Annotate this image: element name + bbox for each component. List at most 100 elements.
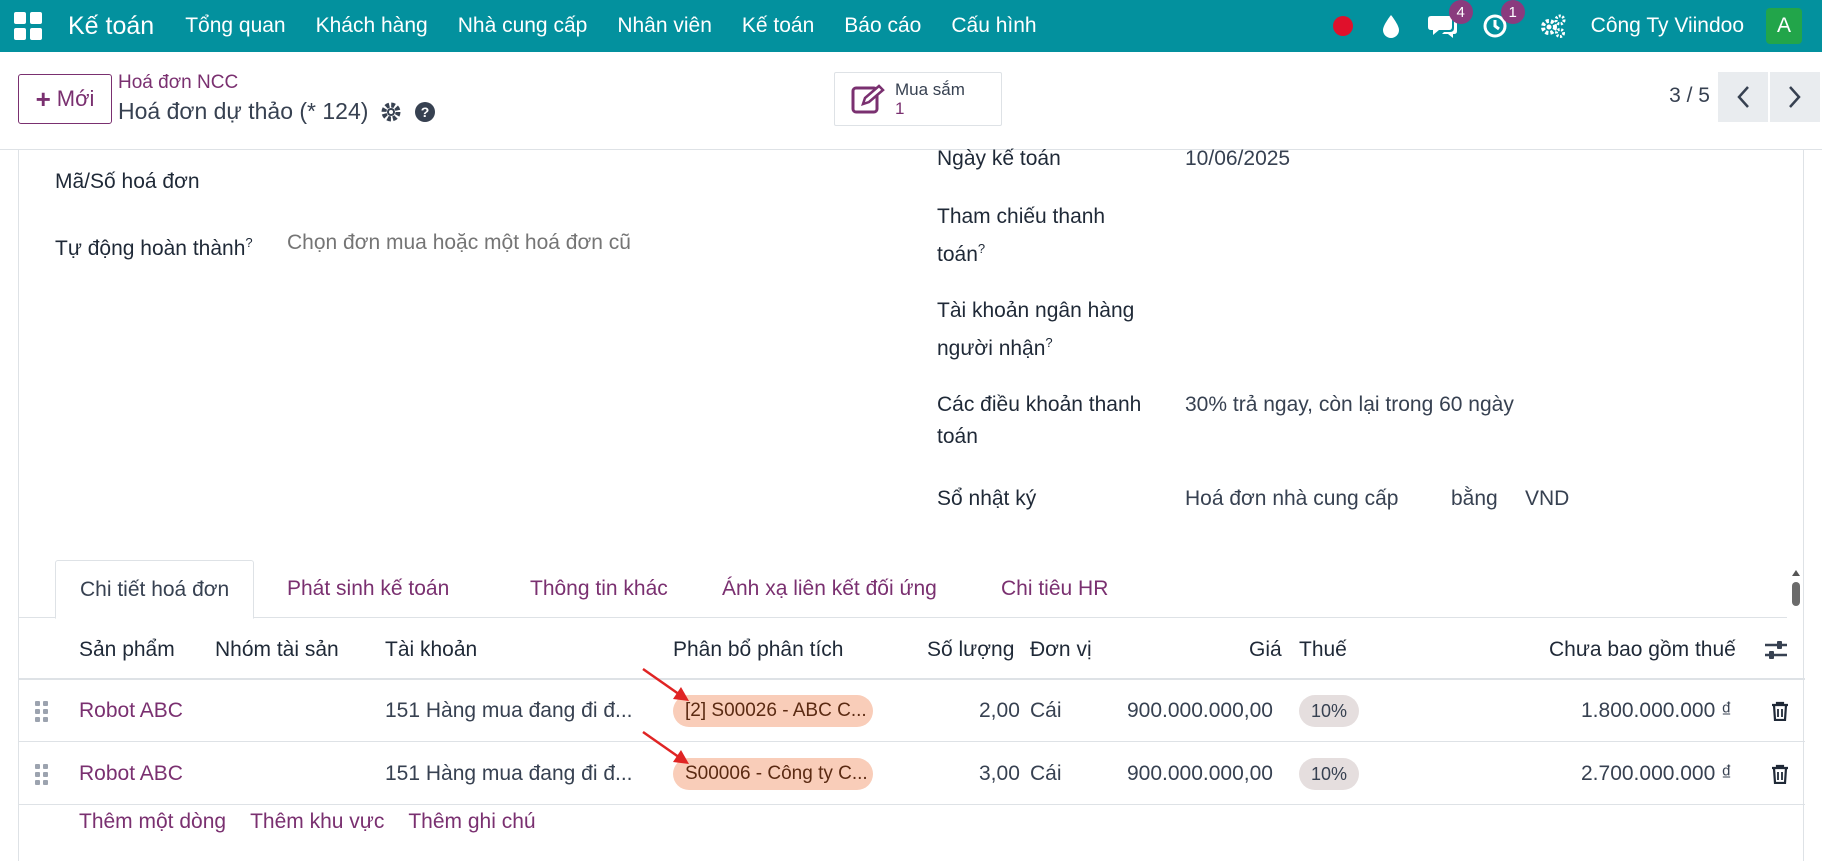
clock-icon[interactable]: 1 <box>1479 0 1525 42</box>
col-quantity[interactable]: Số lượng <box>927 620 1014 680</box>
payment-terms-label-line1: Các điều khoản thanh <box>937 393 1142 416</box>
app-name[interactable]: Kế toán <box>68 12 154 41</box>
col-subtotal[interactable]: Chưa bao gồm thuế <box>1549 620 1736 680</box>
autocomplete-label: Tự động hoàn thành <box>55 237 246 260</box>
row-analytic-cell[interactable]: S00006 - Công ty C... <box>673 743 873 805</box>
journal-label: Sổ nhật ký <box>937 487 1037 510</box>
top-navbar: Kế toán Tổng quan Khách hàng Nhà cung cấ… <box>0 0 1822 52</box>
tax-tag[interactable]: 10% <box>1299 695 1360 727</box>
row-analytic-cell[interactable]: [2] S00026 - ABC C... <box>673 680 873 742</box>
col-price[interactable]: Giá <box>1249 620 1282 680</box>
annotation-arrow <box>642 730 689 764</box>
row-price[interactable]: 900.000.000,00 <box>1127 680 1273 742</box>
drag-handle-icon[interactable] <box>35 743 51 805</box>
help-icon[interactable]: ? <box>414 101 436 123</box>
smart-button-label: Mua sắm <box>895 80 965 99</box>
autocomplete-input[interactable] <box>287 226 807 259</box>
payment-terms-label-line2: toán <box>937 425 978 448</box>
analytic-tag[interactable]: [2] S00026 - ABC C... <box>673 695 873 727</box>
row-account[interactable]: 151 Hàng mua đang đi đ... <box>385 680 665 742</box>
currency-in-label: bằng <box>1451 487 1498 510</box>
trash-icon[interactable] <box>1771 680 1789 742</box>
tab-invoice-lines[interactable]: Chi tiết hoá đơn <box>55 560 255 619</box>
help-mark: ? <box>245 235 253 250</box>
row-tax-cell[interactable]: 10% <box>1299 743 1360 805</box>
col-uom[interactable]: Đơn vị <box>1030 620 1092 680</box>
recipient-bank-label-line1: Tài khoản ngân hàng <box>937 299 1135 322</box>
add-note-link[interactable]: Thêm ghi chú <box>408 810 535 834</box>
scrollbar-thumb[interactable] <box>1792 582 1800 606</box>
tax-tag[interactable]: 10% <box>1299 758 1360 790</box>
tab-journal-items[interactable]: Phát sinh kế toán <box>263 560 473 618</box>
invoice-form: Mã/Số hoá đơn Tự động hoàn thành? Ngày k… <box>18 147 1805 861</box>
menu-employees[interactable]: Nhân viên <box>602 14 727 38</box>
row-uom[interactable]: Cái <box>1030 680 1062 742</box>
user-avatar[interactable]: A <box>1766 8 1802 44</box>
pager-previous-button[interactable] <box>1718 72 1768 122</box>
menu-configuration[interactable]: Cấu hình <box>936 14 1051 38</box>
svg-text:?: ? <box>421 104 430 120</box>
menu-reporting[interactable]: Báo cáo <box>829 14 936 38</box>
help-mark: ? <box>977 241 986 256</box>
payment-reference-label-text: toán <box>937 243 978 266</box>
tabs-scrollbar[interactable] <box>1791 570 1801 614</box>
chevron-left-icon <box>1737 86 1749 108</box>
menu-vendors[interactable]: Nhà cung cấp <box>443 14 603 38</box>
journal-value[interactable]: Hoá đơn nhà cung cấp <box>1185 482 1407 515</box>
messages-badge: 4 <box>1448 0 1473 24</box>
add-section-link[interactable]: Thêm khu vực <box>250 810 384 834</box>
row-product[interactable]: Robot ABC <box>79 680 183 742</box>
table-row[interactable]: Robot ABC 151 Hàng mua đang đi đ... [2] … <box>19 680 1805 742</box>
col-asset-group[interactable]: Nhóm tài sản <box>215 620 339 680</box>
tab-other-info[interactable]: Thông tin khác <box>506 560 692 618</box>
row-price[interactable]: 900.000.000,00 <box>1127 743 1273 805</box>
col-product[interactable]: Sản phẩm <box>79 620 175 680</box>
trash-icon[interactable] <box>1771 743 1789 805</box>
table-row[interactable]: Robot ABC 151 Hàng mua đang đi đ... S000… <box>19 743 1805 805</box>
row-quantity[interactable]: 3,00 <box>979 743 1020 805</box>
col-taxes[interactable]: Thuế <box>1299 620 1347 680</box>
settings-gears-icon[interactable] <box>1537 10 1569 42</box>
droplet-icon[interactable] <box>1375 10 1407 42</box>
add-line-links: Thêm một dòng Thêm khu vực Thêm ghi chú <box>79 810 536 834</box>
row-tax-cell[interactable]: 10% <box>1299 680 1360 742</box>
apps-grid-icon[interactable] <box>14 12 42 40</box>
menu-overview[interactable]: Tổng quan <box>170 14 300 38</box>
help-mark: ? <box>1045 335 1053 350</box>
accounting-date-value[interactable]: 10/06/2025 <box>1185 142 1290 175</box>
pager-next-button[interactable] <box>1770 72 1820 122</box>
drag-handle-icon[interactable] <box>35 680 51 742</box>
row-subtotal: 2.700.000.000 ₫ <box>1581 762 1732 785</box>
new-button[interactable]: + Mới <box>18 74 112 124</box>
accounting-date-label: Ngày kế toán <box>937 147 1061 170</box>
chat-icon[interactable]: 4 <box>1427 0 1473 42</box>
pager-value[interactable]: 3 / 5 <box>1669 84 1710 108</box>
breadcrumb[interactable]: Hoá đơn NCC <box>118 72 238 94</box>
notebook-tabs: Chi tiết hoá đơn Phát sinh kế toán Thông… <box>19 560 1787 619</box>
row-quantity[interactable]: 2,00 <box>979 680 1020 742</box>
payment-terms-value[interactable]: 30% trả ngay, còn lại trong 60 ngày <box>1185 388 1514 421</box>
row-uom[interactable]: Cái <box>1030 743 1062 805</box>
tab-counterpart-mapping[interactable]: Ánh xạ liên kết đối ứng <box>698 560 961 618</box>
optional-columns-icon[interactable] <box>1763 620 1789 680</box>
row-product[interactable]: Robot ABC <box>79 743 183 805</box>
recipient-bank-label-line2: người nhận? <box>937 326 1053 365</box>
menu-accounting[interactable]: Kế toán <box>727 14 829 38</box>
purchase-smart-button[interactable]: Mua sắm 1 <box>834 72 1002 126</box>
currency-value[interactable]: VND <box>1525 482 1569 515</box>
payment-reference-label-line1: Tham chiếu thanh <box>937 205 1106 228</box>
recording-icon[interactable] <box>1332 16 1353 36</box>
payment-reference-label-line2: toán? <box>937 232 985 271</box>
control-panel: + Mới Hoá đơn NCC Hoá đơn dự thảo (* 124… <box>0 52 1822 150</box>
chevron-right-icon <box>1789 86 1801 108</box>
analytic-tag[interactable]: S00006 - Công ty C... <box>673 758 873 790</box>
add-line-link[interactable]: Thêm một dòng <box>79 810 226 834</box>
company-switcher[interactable]: Công Ty Viindoo <box>1591 14 1744 38</box>
gear-icon[interactable] <box>380 101 402 123</box>
row-account[interactable]: 151 Hàng mua đang đi đ... <box>385 743 665 805</box>
col-account[interactable]: Tài khoản <box>385 620 477 680</box>
record-title: Hoá đơn dự thảo (* 124) <box>118 98 369 124</box>
menu-customers[interactable]: Khách hàng <box>301 14 443 38</box>
edit-icon <box>851 84 885 114</box>
tab-hr-expenses[interactable]: Chi tiêu HR <box>977 560 1132 618</box>
